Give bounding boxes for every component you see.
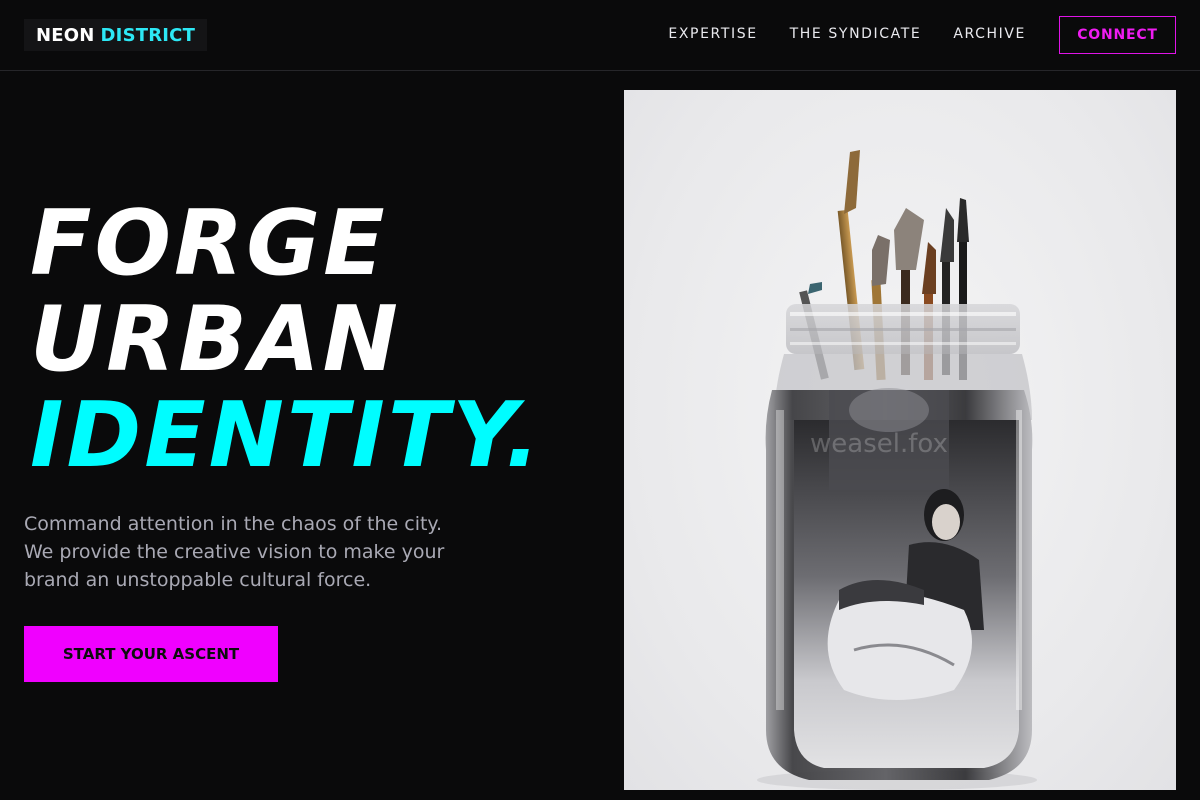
image-watermark: weasel.fox (810, 429, 948, 459)
hero-image: weasel.fox (624, 90, 1176, 790)
start-your-ascent-button[interactable]: START YOUR ASCENT (24, 626, 278, 682)
nav-link-expertise[interactable]: EXPERTISE (668, 24, 757, 44)
jar-glass (765, 304, 1033, 780)
hero-description-line: brand an unstoppable cultural force. (24, 569, 372, 591)
jar-with-brushes-illustration: weasel.fox (757, 150, 1037, 790)
top-nav: NEON DISTRICT EXPERTISE THE SYNDICATE AR… (0, 0, 1200, 71)
hero-title-line-urban: URBAN (30, 287, 401, 392)
hero-description: Command attention in the chaos of the ci… (24, 510, 504, 594)
logo-word-district: DISTRICT (100, 24, 196, 46)
brand-logo[interactable]: NEON DISTRICT (24, 19, 208, 51)
hero-description-line: We provide the creative vision to make y… (24, 541, 445, 563)
hero-title-line-identity: IDENTITY. (30, 383, 543, 488)
hero-title-line-forge: FORGE (30, 191, 388, 296)
hero-description-line: Command attention in the chaos of the ci… (24, 513, 442, 535)
nav-link-archive[interactable]: ARCHIVE (953, 24, 1026, 44)
logo-word-neon: NEON (36, 24, 95, 46)
connect-button[interactable]: CONNECT (1059, 16, 1176, 54)
hero-title: FORGE URBAN IDENTITY. (30, 196, 543, 484)
nav-link-the-syndicate[interactable]: THE SYNDICATE (790, 24, 922, 44)
nav-links: EXPERTISE THE SYNDICATE ARCHIVE (668, 24, 1026, 44)
